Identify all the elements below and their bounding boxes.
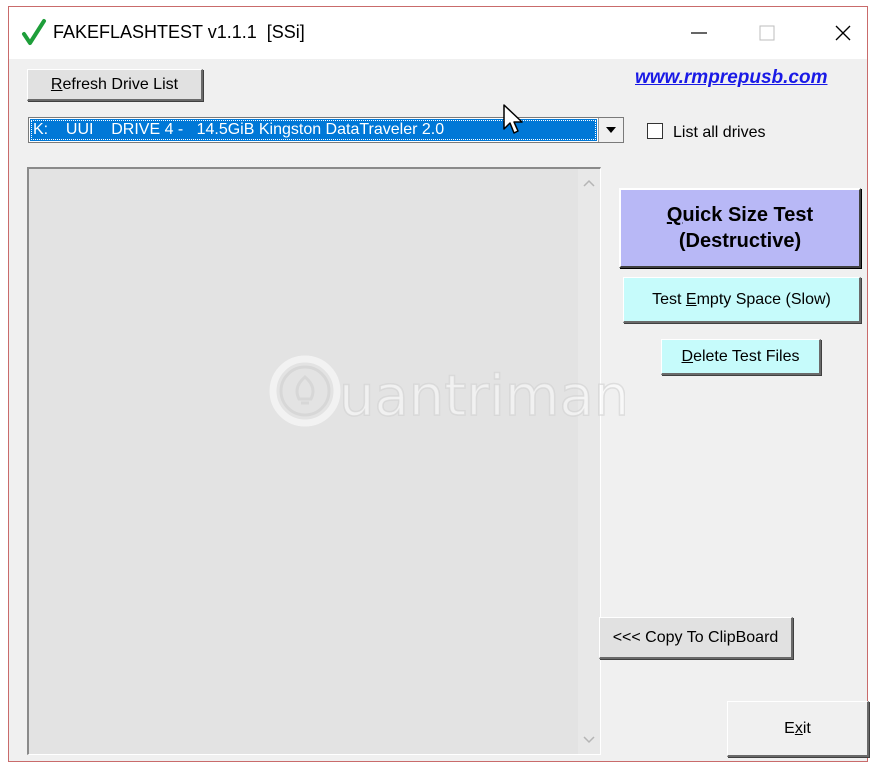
delete-hotkey-letter: D <box>681 347 694 365</box>
test-empty-hotkey-letter: E <box>685 290 697 308</box>
website-link[interactable]: www.rmprepusb.com <box>635 67 828 89</box>
quick-size-test-label: uick Size Test <box>682 204 814 226</box>
refresh-hotkey-letter: R <box>50 75 63 93</box>
refresh-label: efresh Drive List <box>62 75 179 93</box>
drive-select[interactable]: K: UUI DRIVE 4 - 14.5GiB Kingston DataTr… <box>28 117 624 143</box>
list-all-drives-label[interactable]: List all drives <box>673 123 765 143</box>
maximize-icon <box>759 25 775 41</box>
title-bar[interactable]: FAKEFLASHTEST v1.1.1 [SSi] <box>9 7 867 59</box>
exit-label-end: it <box>802 719 811 737</box>
maximize-button[interactable] <box>747 17 787 49</box>
quick-size-test-line2: (Destructive) <box>678 230 802 252</box>
copy-to-clipboard-button[interactable]: <<< Copy To ClipBoard <box>599 617 793 659</box>
exit-button[interactable]: Ex it <box>727 701 869 757</box>
quick-hotkey-letter: Q <box>666 204 683 226</box>
test-empty-label-end: mpty Space (Slow) <box>696 290 831 308</box>
exit-hotkey-letter: x <box>794 719 803 737</box>
mouse-cursor-icon <box>503 104 523 134</box>
close-button[interactable] <box>823 17 863 49</box>
log-output-area[interactable] <box>27 167 601 755</box>
refresh-drive-list-button[interactable]: Refresh Drive List <box>27 69 203 101</box>
exit-label-start: E <box>784 719 795 737</box>
close-icon <box>835 25 851 41</box>
scroll-up-icon[interactable] <box>582 177 596 189</box>
delete-test-files-button[interactable]: Delete Test Files <box>661 339 821 375</box>
chevron-down-icon <box>606 127 616 133</box>
dropdown-arrow-button[interactable] <box>598 118 623 142</box>
delete-test-files-label: elete Test Files <box>693 347 800 365</box>
test-empty-space-button[interactable]: Test Empty Space (Slow) <box>623 277 861 323</box>
app-window: FAKEFLASHTEST v1.1.1 [SSi] Refresh Drive… <box>8 6 869 762</box>
minimize-button[interactable] <box>679 17 719 49</box>
test-empty-label-start: Test <box>652 290 686 308</box>
quick-size-test-line1: Quick Size Test <box>667 202 813 228</box>
scroll-down-icon[interactable] <box>582 734 596 746</box>
minimize-icon <box>691 32 707 34</box>
checkmark-icon <box>22 19 46 45</box>
list-all-drives-checkbox[interactable] <box>647 123 663 139</box>
log-scrollbar[interactable] <box>578 169 600 754</box>
window-title: FAKEFLASHTEST v1.1.1 [SSi] <box>53 22 305 42</box>
quick-size-test-button[interactable]: Quick Size Test (Destructive) <box>619 188 861 268</box>
